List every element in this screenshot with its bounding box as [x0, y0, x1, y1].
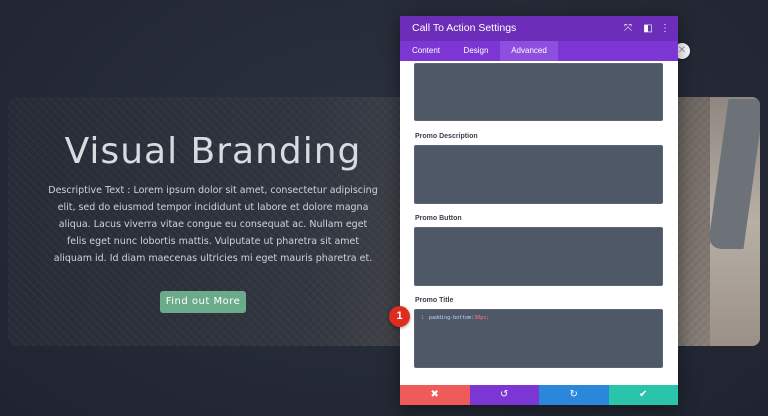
hero-description: Descriptive Text : Lorem ipsum dolor sit…	[48, 185, 378, 264]
settings-modal: Call To Action Settings ⤧ ◧ ⋮ Content De…	[400, 16, 678, 405]
modal-title: Call To Action Settings	[412, 22, 517, 34]
css-value: 30px;	[474, 315, 490, 321]
modal-header: Call To Action Settings ⤧ ◧ ⋮	[400, 16, 678, 41]
css-field-box[interactable]	[414, 63, 663, 121]
field-label: Promo Button	[415, 215, 462, 222]
split-view-icon[interactable]: ◧	[641, 16, 655, 41]
redo-button[interactable]: ↻	[539, 385, 609, 405]
undo-button[interactable]: ↺	[469, 385, 539, 405]
tab-content[interactable]: Content	[400, 41, 452, 61]
code-line: 1 padding-bottom:30px;	[421, 315, 489, 321]
undo-icon: ↺	[500, 389, 509, 400]
modal-footer: ✖ ↺ ↻ ✔	[400, 385, 678, 405]
close-icon: ✖	[430, 389, 439, 400]
tab-design[interactable]: Design	[452, 41, 500, 61]
more-options-icon[interactable]: ⋮	[658, 16, 672, 41]
modal-tabs: Content Design Advanced	[400, 41, 678, 61]
step-marker: 1	[389, 306, 410, 327]
modal-body: Promo Description Promo Button Promo Tit…	[400, 61, 678, 385]
find-out-more-button[interactable]: Find out More	[160, 291, 246, 313]
checkmark-icon: ✔	[639, 389, 648, 400]
tab-advanced[interactable]: Advanced	[500, 41, 558, 61]
hero-title: Visual Branding	[64, 131, 362, 172]
field-label: Promo Description	[415, 133, 478, 140]
field-label: Promo Title	[415, 297, 454, 304]
css-property: padding-bottom:	[429, 315, 475, 321]
promo-title-css-field[interactable]: 1 padding-bottom:30px;	[414, 309, 663, 368]
expand-icon[interactable]: ⤧	[621, 16, 635, 41]
cancel-button[interactable]: ✖	[400, 385, 470, 405]
save-button[interactable]: ✔	[608, 385, 678, 405]
promo-description-css-field[interactable]	[414, 145, 663, 204]
laptop-screen	[707, 99, 760, 249]
promo-button-css-field[interactable]	[414, 227, 663, 286]
redo-icon: ↻	[569, 389, 578, 400]
laptop-image	[707, 97, 760, 346]
line-number: 1	[421, 315, 425, 321]
